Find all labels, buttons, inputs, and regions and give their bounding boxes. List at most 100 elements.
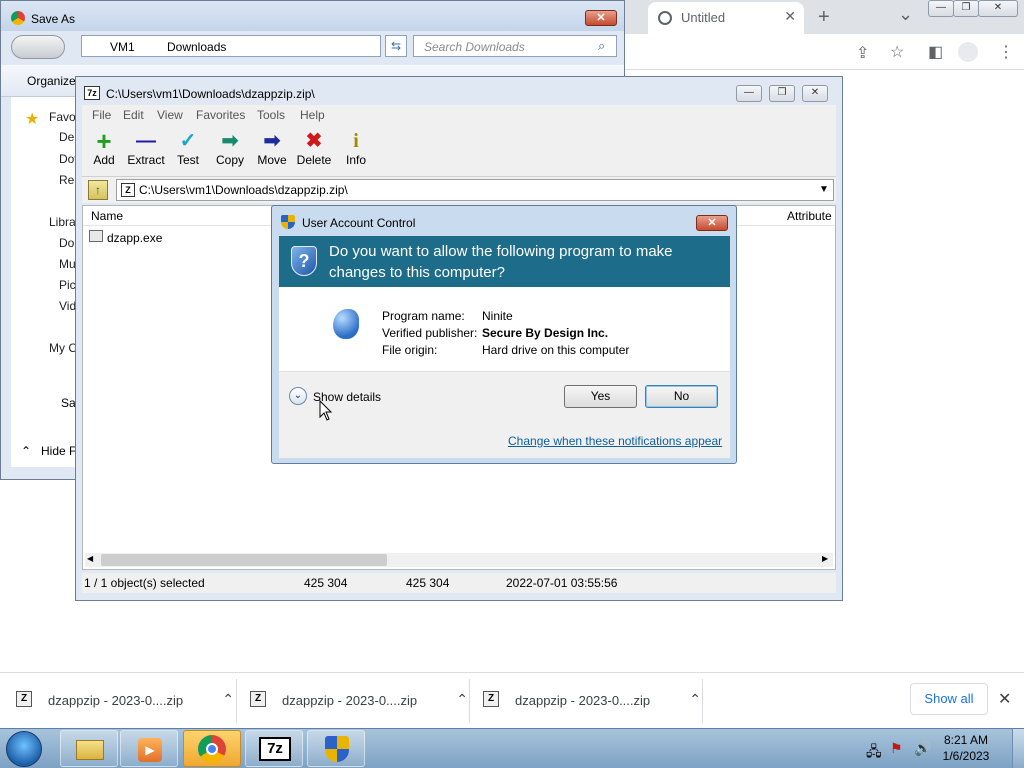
7zip-title: C:\Users\vm1\Downloads\dzappzip.zip\ — [106, 87, 315, 101]
new-tab-button[interactable]: + — [818, 6, 830, 29]
taskbar-7zip[interactable]: 7z — [245, 730, 303, 767]
change-notifications-link[interactable]: Change when these notifications appear — [508, 434, 722, 448]
side-panel-icon[interactable]: ◧ — [928, 42, 943, 62]
info-button[interactable]: i Info — [334, 129, 378, 167]
scroll-right-icon[interactable]: ▶ — [822, 554, 828, 563]
uac-shield-icon — [325, 736, 349, 762]
uac-close-button[interactable]: ✕ — [696, 215, 728, 231]
refresh-button[interactable]: ⇆ — [385, 35, 407, 57]
download-name: dzappzip - 2023-0....zip — [515, 693, 651, 708]
chevron-up-icon[interactable]: ⌃ — [21, 444, 31, 458]
taskbar-media-player[interactable]: ▶ — [120, 730, 178, 767]
back-forward-buttons[interactable] — [11, 35, 65, 59]
uac-title: User Account Control — [302, 216, 416, 230]
nav-favorites[interactable]: Favo — [49, 110, 76, 124]
test-icon: ✓ — [179, 130, 197, 152]
clock-date: 1/6/2023 — [942, 749, 990, 763]
save-as-close-button[interactable]: ✕ — [585, 10, 617, 26]
nav-pictures[interactable]: Pic — [59, 278, 76, 292]
menu-favorites[interactable]: Favorites — [196, 108, 245, 122]
profile-avatar[interactable] — [958, 42, 978, 62]
network-icon[interactable]: 🖧 — [866, 741, 882, 765]
organize-button[interactable]: Organize — [27, 74, 76, 88]
add-button[interactable]: + Add — [82, 128, 126, 167]
minimize-button[interactable]: — — [928, 0, 954, 17]
save-as-title: Save As — [31, 12, 76, 26]
search-downloads-field[interactable]: Search Downloads ⌕ — [413, 35, 617, 57]
menu-help[interactable]: Help — [300, 108, 325, 122]
tab-close-icon[interactable]: ✕ — [784, 8, 796, 25]
chrome-tab-untitled[interactable]: Untitled ✕ — [648, 2, 804, 34]
chevron-up-icon[interactable]: ⌃ — [689, 691, 701, 708]
7zip-maximize-button[interactable]: ❐ — [769, 85, 795, 102]
divider — [236, 679, 237, 723]
delete-label: Delete — [296, 153, 332, 167]
address-dropdown-icon[interactable]: ▼ — [819, 180, 829, 200]
nav-documents[interactable]: Do — [59, 236, 74, 250]
close-downloads-bar-icon[interactable]: ✕ — [998, 689, 1011, 709]
scroll-thumb[interactable] — [101, 554, 387, 566]
download-item[interactable]: Z dzappzip - 2023-0....zip ⌃ — [483, 687, 713, 715]
taskbar-uac[interactable] — [307, 730, 365, 767]
up-folder-icon[interactable]: ↑ — [88, 180, 108, 200]
column-attributes[interactable]: Attribute — [787, 209, 832, 223]
taskbar-clock[interactable]: 8:21 AM 1/6/2023 — [930, 732, 1002, 764]
download-item[interactable]: Z dzappzip - 2023-0....zip ⌃ — [16, 687, 246, 715]
extract-label: Extract — [127, 153, 165, 167]
nav-libraries[interactable]: Libra — [49, 215, 76, 229]
delete-icon: ✖ — [305, 130, 323, 152]
delete-button[interactable]: ✖ Delete — [292, 129, 336, 167]
breadcrumb[interactable]: VM1 Downloads — [81, 35, 381, 57]
breadcrumb-downloads[interactable]: Downloads — [167, 40, 226, 54]
7zip-minimize-button[interactable]: — — [736, 85, 762, 102]
nav-computer[interactable]: My C — [49, 341, 77, 355]
mouse-cursor-icon — [319, 400, 333, 421]
scroll-left-icon[interactable]: ◀ — [87, 554, 93, 563]
hide-folders-button[interactable]: Hide F — [41, 444, 76, 458]
7zip-close-button[interactable]: ✕ — [802, 85, 828, 102]
chrome-menu-icon[interactable]: ⋮ — [998, 42, 1014, 62]
search-icon: ⌕ — [598, 38, 606, 53]
chevron-up-icon[interactable]: ⌃ — [222, 691, 234, 708]
tab-search-button[interactable]: ⌄ — [898, 4, 913, 25]
bookmark-star-icon[interactable]: ☆ — [890, 42, 904, 62]
file-row[interactable]: dzapp.exe — [85, 228, 285, 246]
extract-button[interactable]: — Extract — [124, 129, 168, 167]
uac-footer: ⌄ Show details Yes No Change when these … — [279, 371, 730, 458]
show-desktop-button[interactable] — [1012, 729, 1024, 768]
volume-icon[interactable]: 🔊 — [914, 740, 931, 757]
copy-button[interactable]: ➡ Copy — [208, 129, 252, 167]
7zip-address-field[interactable]: Z C:\Users\vm1\Downloads\dzappzip.zip\ ▼ — [116, 179, 834, 201]
column-name[interactable]: Name — [91, 209, 123, 223]
download-item[interactable]: Z dzappzip - 2023-0....zip ⌃ — [250, 687, 480, 715]
copy-icon: ➡ — [221, 130, 239, 152]
menu-edit[interactable]: Edit — [123, 108, 144, 122]
zip-icon: Z — [121, 183, 135, 197]
breadcrumb-vm1[interactable]: VM1 — [110, 40, 135, 54]
share-icon[interactable]: ⇪ — [856, 43, 869, 63]
move-button[interactable]: ➡ Move — [250, 129, 294, 167]
maximize-button[interactable]: ❐ — [953, 0, 979, 17]
yes-button[interactable]: Yes — [564, 385, 637, 408]
menu-file[interactable]: File — [92, 108, 111, 122]
nav-music[interactable]: Mu — [59, 257, 76, 271]
menu-tools[interactable]: Tools — [257, 108, 285, 122]
taskbar-explorer[interactable] — [60, 730, 118, 767]
show-all-button[interactable]: Show all — [910, 683, 988, 715]
action-center-icon[interactable]: ⚑ — [890, 740, 903, 757]
clock-time: 8:21 AM — [943, 733, 989, 747]
no-button[interactable]: No — [645, 385, 718, 408]
taskbar-chrome[interactable] — [183, 730, 241, 767]
7zip-logo-icon: 7z — [84, 86, 100, 100]
menu-view[interactable]: View — [157, 108, 183, 122]
test-button[interactable]: ✓ Test — [166, 129, 210, 167]
downloads-bar: Z dzappzip - 2023-0....zip ⌃ Z dzappzip … — [0, 672, 1024, 728]
start-button[interactable] — [6, 731, 42, 767]
download-name: dzappzip - 2023-0....zip — [48, 693, 184, 708]
horizontal-scrollbar[interactable]: ◀ ▶ — [85, 553, 833, 567]
nav-videos[interactable]: Vid — [59, 299, 76, 313]
chevron-up-icon[interactable]: ⌃ — [456, 691, 468, 708]
chevron-down-icon[interactable]: ⌄ — [289, 387, 307, 405]
close-button[interactable]: ✕ — [978, 0, 1018, 17]
test-label: Test — [176, 153, 199, 167]
